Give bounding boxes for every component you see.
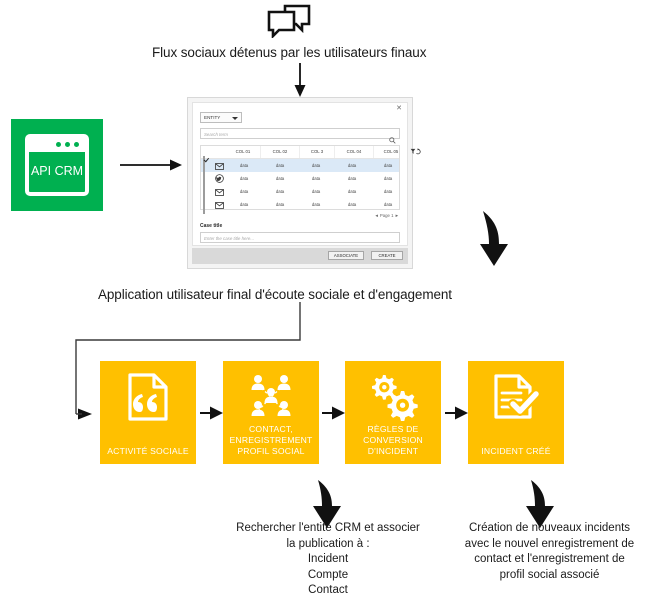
tile-contact-record[interactable]: CONTACT, ENREGISTREMENT PROFIL SOCIAL (223, 361, 319, 464)
dialog-footer: ASSOCIATE CREATE (192, 248, 408, 264)
creation-description: Création de nouveaux incidents avec le n… (464, 522, 635, 581)
grid-header-row: COL 01 COL 02 COL 3 COL 04 COL 05 (201, 146, 421, 159)
arrow-apicrm-to-dialog (120, 159, 182, 171)
cell-col-5: data (383, 176, 393, 181)
gears-icon (345, 371, 441, 423)
entity-select-value: ENTITY (204, 115, 221, 120)
grid-header-tools[interactable] (408, 146, 424, 158)
cell-col-2: data (275, 189, 285, 194)
cell-col-3: data (311, 176, 321, 181)
browser-window-icon: API CRM (25, 134, 89, 196)
tile-social-activity[interactable]: ACTIVITÉ SOCIALE (100, 361, 196, 464)
tile-conversion-rules[interactable]: RÈGLES DE CONVERSION D'INCIDENT (345, 361, 441, 464)
api-crm-label: API CRM (30, 164, 84, 178)
cell-col-4: data (347, 202, 357, 207)
cell-col-4: data (347, 163, 357, 168)
arrow-tile2-to-tile3 (322, 406, 345, 420)
email-icon (215, 196, 227, 214)
case-title-placeholder: Enter the case title here... (204, 235, 255, 241)
close-icon[interactable]: ✕ (396, 105, 402, 113)
document-quote-icon (100, 371, 196, 423)
table-row[interactable]: data data data data data (201, 181, 399, 201)
cell-col-1: data (239, 163, 249, 168)
tile-contact-record-label: CONTACT, ENREGISTREMENT PROFIL SOCIAL (229, 424, 313, 456)
cell-col-1: data (239, 189, 249, 194)
tile-conversion-rules-label: RÈGLES DE CONVERSION D'INCIDENT (363, 424, 423, 456)
window-dot-2 (65, 142, 70, 147)
cell-col-1: data (239, 202, 249, 207)
tile-incident-created-label: INCIDENT CRÉÉ (481, 446, 551, 456)
search-placeholder: Search term (204, 131, 228, 137)
grid-header-col-2[interactable]: COL 02 (261, 146, 300, 158)
grid-header-col-4[interactable]: COL 04 (335, 146, 374, 158)
refresh-icon (416, 149, 421, 155)
people-network-icon (223, 371, 319, 423)
chevron-down-icon (232, 117, 238, 120)
tile-incident-created[interactable]: INCIDENT CRÉÉ (468, 361, 564, 464)
pager-next-icon[interactable]: ► (395, 213, 399, 218)
arrow-tile1-to-tile2 (200, 406, 223, 420)
arrow-tile3-to-tile4 (445, 406, 468, 420)
cell-col-5: data (383, 163, 393, 168)
browser-titlebar (29, 138, 85, 152)
api-crm-tile: API CRM (11, 119, 103, 211)
create-button[interactable]: CREATE (371, 251, 403, 260)
entity-select[interactable]: ENTITY (200, 112, 242, 123)
curved-arrow-dialog-to-flow (480, 211, 508, 266)
results-grid: COL 01 COL 02 COL 3 COL 04 COL 05 data d… (200, 145, 421, 214)
cell-col-3: data (311, 202, 321, 207)
cell-col-5: data (383, 189, 393, 194)
cell-col-3: data (311, 189, 321, 194)
cell-col-4: data (347, 176, 357, 181)
cell-col-4: data (347, 189, 357, 194)
cell-col-2: data (275, 176, 285, 181)
arrow-caption-to-dialog (294, 63, 306, 97)
window-dot-3 (74, 142, 79, 147)
cell-col-5: data (383, 202, 393, 207)
row-checkbox[interactable] (203, 194, 205, 214)
connector-arrows (75, 63, 554, 528)
table-row[interactable]: data data data data data (201, 155, 399, 175)
cell-col-3: data (311, 163, 321, 168)
search-input[interactable]: Search term (200, 128, 400, 144)
lookup-description: Rechercher l'entité CRM et associer la p… (236, 522, 420, 596)
grid-header-col-5[interactable]: COL 05 (374, 146, 408, 158)
cell-col-1: data (239, 176, 249, 181)
pager-prev-icon[interactable]: ◄ (374, 213, 378, 218)
grid-header-col-1[interactable]: COL 01 (226, 146, 261, 158)
end-user-app-caption: Application utilisateur final d'écoute s… (98, 287, 452, 302)
table-row[interactable]: data data data data data (201, 168, 399, 188)
window-dot-1 (56, 142, 61, 147)
social-feeds-caption: Flux sociaux détenus par les utilisateur… (152, 45, 427, 60)
cell-col-2: data (275, 163, 285, 168)
row-checkbox-cell[interactable] (203, 194, 212, 214)
grid-header-col-3[interactable]: COL 3 (300, 146, 335, 158)
case-title-input[interactable]: Enter the case title here... (200, 232, 400, 243)
pager[interactable]: ◄ Page 1 ► (374, 213, 399, 218)
cell-col-2: data (275, 202, 285, 207)
associate-button[interactable]: ASSOCIATE (328, 251, 364, 260)
dialog-body: ✕ ENTITY Search term COL 01 COL 02 COL 3… (192, 102, 421, 246)
pager-label: Page 1 (379, 213, 394, 218)
crm-dialog: ✕ ENTITY Search term COL 01 COL 02 COL 3… (187, 97, 421, 269)
tile-social-activity-label: ACTIVITÉ SOCIALE (107, 446, 189, 456)
case-title-label: Case title (200, 223, 223, 229)
chat-bubbles-icon (266, 4, 312, 40)
table-row[interactable]: data data data data data (201, 194, 399, 214)
document-check-icon (468, 371, 564, 423)
filter-icon (410, 149, 416, 155)
